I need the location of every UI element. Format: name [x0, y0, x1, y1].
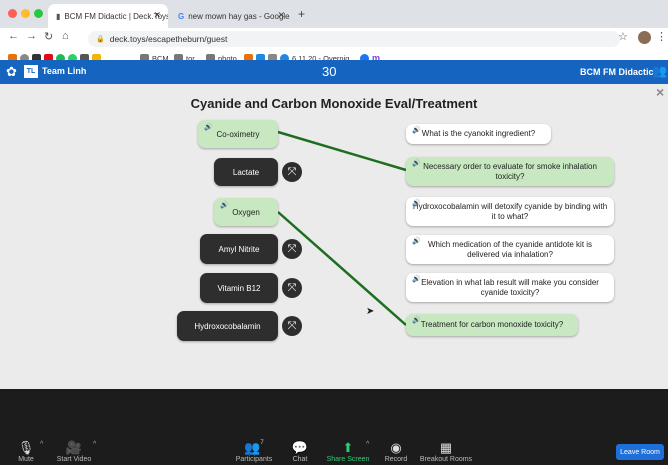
speaker-icon[interactable]: 🔊: [412, 127, 421, 136]
question-text: What is the cyanokit ingredient?: [421, 129, 536, 138]
video-options-chevron-icon[interactable]: ^: [93, 441, 96, 448]
tool-label: Breakout Rooms: [419, 456, 473, 463]
question-text: Elevation in what lab result will make y…: [421, 277, 599, 297]
shuffle-icon[interactable]: ⤧: [282, 278, 302, 298]
answer-label: Amyl Nitrite: [218, 244, 260, 254]
speaker-icon[interactable]: 🔊: [412, 200, 421, 209]
question-item-hydroxocobalamin-binding[interactable]: 🔊 Hydroxocobalamin will detoxify cyanide…: [406, 197, 614, 226]
question-item-inhalation-medication[interactable]: 🔊 Which medication of the cyanide antido…: [406, 235, 614, 264]
shuffle-icon[interactable]: ⤧: [282, 162, 302, 182]
tool-label: Share Screen: [326, 456, 370, 463]
shuffle-icon[interactable]: ⤧: [282, 316, 302, 336]
tool-label: Participants: [235, 456, 273, 463]
breakout-rooms-icon: ▦: [439, 440, 453, 455]
start-video-button[interactable]: 🎥 Start Video: [42, 440, 106, 463]
answer-item-hydroxocobalamin[interactable]: Hydroxocobalamin: [177, 311, 278, 341]
speaker-icon[interactable]: 🔊: [412, 238, 421, 247]
question-text: Treatment for carbon monoxide toxicity?: [420, 320, 564, 329]
question-text: Hydroxocobalamin will detoxify cyanide b…: [412, 201, 608, 221]
answer-label: Co-oximetry: [216, 129, 260, 139]
participant-count: 7: [260, 440, 264, 446]
answer-label: Oxygen: [232, 207, 260, 217]
answer-item-oxygen[interactable]: 🔊 Oxygen: [214, 198, 278, 226]
question-item-cyanokit[interactable]: 🔊 What is the cyanokit ingredient?: [406, 124, 551, 144]
question-item-lab-elevation[interactable]: 🔊 Elevation in what lab result will make…: [406, 273, 614, 302]
video-off-icon: 🎥: [65, 440, 83, 455]
tool-label: Start Video: [56, 456, 92, 463]
answer-item-lactate[interactable]: Lactate: [214, 158, 278, 186]
question-text: Necessary order to evaluate for smoke in…: [423, 161, 597, 181]
leave-room-button[interactable]: Leave Room: [616, 444, 664, 460]
answer-item-vitamin-b12[interactable]: Vitamin B12: [200, 273, 278, 303]
answer-label: Lactate: [232, 167, 260, 177]
speaker-icon[interactable]: 🔊: [412, 276, 421, 285]
speaker-icon[interactable]: 🔊: [412, 317, 421, 326]
answer-item-co-oximetry[interactable]: 🔊 Co-oximetry: [198, 120, 278, 148]
tool-label: Record: [384, 456, 408, 463]
answer-item-amyl-nitrite[interactable]: Amyl Nitrite: [200, 234, 278, 264]
question-text: Which medication of the cyanide antidote…: [427, 239, 593, 259]
answer-label: Hydroxocobalamin: [194, 321, 261, 331]
breakout-rooms-button[interactable]: ▦ Breakout Rooms: [414, 440, 478, 463]
tool-label: Mute: [18, 456, 34, 463]
speaker-icon[interactable]: 🔊: [412, 160, 421, 169]
question-item-co-treatment[interactable]: 🔊 Treatment for carbon monoxide toxicity…: [406, 314, 578, 336]
connector-line: [277, 211, 407, 326]
tool-label: Chat: [292, 456, 308, 463]
shuffle-icon[interactable]: ⤧: [282, 239, 302, 259]
speaker-icon[interactable]: 🔊: [204, 123, 213, 131]
mouse-cursor-icon: ➤: [366, 306, 375, 317]
question-item-smoke-inhalation[interactable]: 🔊 Necessary order to evaluate for smoke …: [406, 157, 614, 186]
speaker-icon[interactable]: 🔊: [220, 201, 229, 209]
answer-label: Vitamin B12: [217, 283, 261, 293]
